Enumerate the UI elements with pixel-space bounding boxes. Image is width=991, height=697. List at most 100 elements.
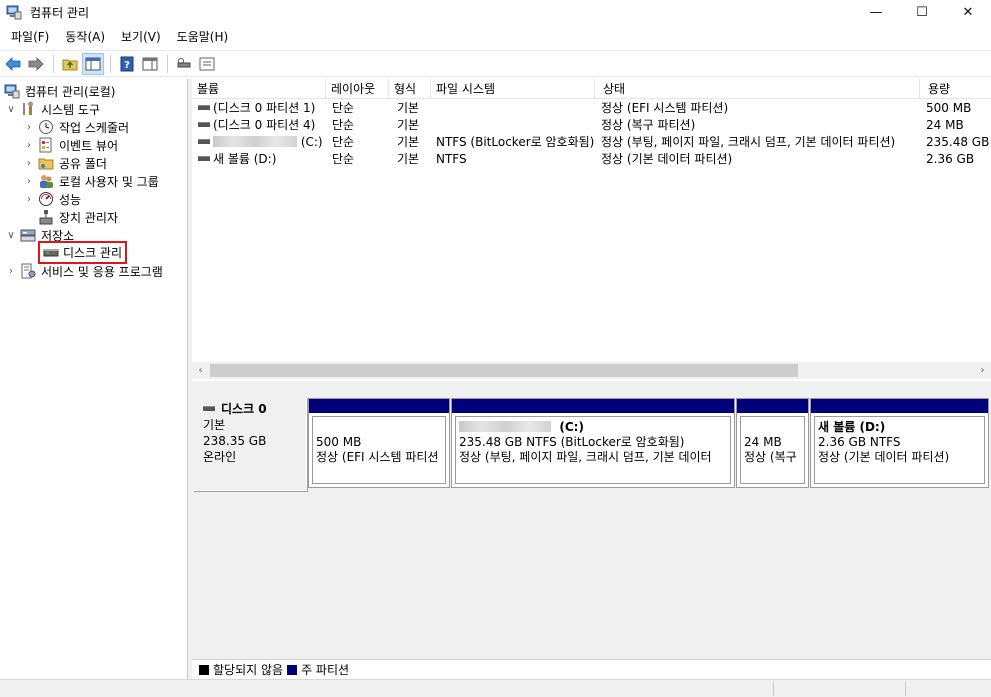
cell-layout: 단순 (332, 101, 355, 115)
chevron-right-icon[interactable]: › (4, 264, 18, 278)
scroll-right-icon[interactable]: › (974, 362, 991, 379)
status-bar (0, 679, 991, 697)
column-header-status[interactable]: 상태 (595, 79, 920, 99)
cell-volume: (C:) (198, 134, 326, 151)
tree-label: 공유 폴더 (59, 156, 107, 171)
tree-item-local-users[interactable]: › 로컬 사용자 및 그룹 (22, 172, 159, 190)
disk-size: 238.35 GB (203, 434, 267, 448)
partition-status: 정상 (부팅, 페이지 파일, 크래시 덤프, 기본 데이터 (459, 450, 712, 464)
column-header-file-system[interactable]: 파일 시스템 (431, 79, 595, 99)
chevron-down-icon[interactable]: ∨ (4, 102, 18, 116)
properties-icon (199, 57, 215, 70)
tree-label: 로컬 사용자 및 그룹 (59, 174, 159, 189)
tree-label: 컴퓨터 관리(로컬) (25, 84, 116, 99)
show-hide-action-pane-button[interactable] (139, 53, 161, 75)
tree-item-disk-management[interactable]: 디스크 관리 (37, 240, 128, 264)
chevron-right-icon[interactable]: › (22, 156, 36, 170)
maximize-button[interactable]: ☐ (899, 0, 945, 24)
tree-item-event-viewer[interactable]: › 이벤트 뷰어 (22, 136, 118, 154)
arrow-left-icon (5, 56, 21, 71)
services-icon (20, 263, 36, 279)
console-tree: 컴퓨터 관리(로컬) ∨ 시스템 도구 › 작업 스케줄러 › 이벤트 뷰어 ›… (0, 79, 188, 697)
rescan-button[interactable] (173, 53, 195, 75)
chevron-right-icon[interactable]: › (22, 138, 36, 152)
partition-size: 2.36 GB NTFS (818, 435, 901, 449)
cell-type: 기본 (397, 152, 420, 166)
column-header-type[interactable]: 형식 (389, 79, 431, 99)
back-button[interactable] (2, 53, 24, 75)
title-bar: 컴퓨터 관리 — ☐ ✕ (0, 0, 991, 24)
tree-label: 장치 관리자 (59, 210, 119, 225)
tree-label: 저장소 (41, 228, 75, 243)
tree-item-performance[interactable]: › 성능 (22, 190, 81, 208)
performance-icon (38, 191, 54, 207)
toolbar: ? (0, 50, 991, 77)
menu-help[interactable]: 도움말(H) (169, 26, 237, 48)
tree-label: 이벤트 뷰어 (59, 138, 119, 153)
column-header-volume[interactable]: 볼륨 (192, 79, 326, 99)
minimize-button[interactable]: — (853, 0, 899, 24)
chevron-right-icon[interactable]: › (22, 192, 36, 206)
horizontal-splitter[interactable] (192, 381, 991, 389)
horizontal-scrollbar[interactable]: ‹ › (192, 362, 991, 379)
help-button[interactable]: ? (116, 53, 138, 75)
menu-action[interactable]: 동작(A) (57, 26, 113, 48)
scroll-thumb[interactable] (210, 364, 798, 377)
partition-c[interactable]: (C:) 235.48 GB NTFS (BitLocker로 암호화됨) 정상… (451, 398, 735, 488)
volume-icon (198, 156, 210, 161)
storage-icon (20, 227, 36, 243)
partition-label: (C:) (459, 420, 730, 435)
legend-swatch-primary (287, 664, 298, 675)
tree-item-device-manager[interactable]: 장치 관리자 (22, 208, 118, 226)
table-row[interactable]: (디스크 0 파티션 4) 단순 기본 정상 (복구 파티션) 24 MB (192, 117, 991, 134)
properties-button[interactable] (196, 53, 218, 75)
table-row[interactable]: (디스크 0 파티션 1) 단순 기본 정상 (EFI 시스템 파티션) 500… (192, 100, 991, 117)
partition-efi[interactable]: 500 MB 정상 (EFI 시스템 파티션 (308, 398, 450, 488)
tree-item-services-apps[interactable]: › 서비스 및 응용 프로그램 (4, 262, 163, 280)
clock-icon (38, 119, 54, 135)
partition-status: 정상 (EFI 시스템 파티션 (316, 450, 439, 464)
chevron-down-icon[interactable]: ∨ (4, 228, 18, 242)
forward-button[interactable] (25, 53, 47, 75)
menu-view[interactable]: 보기(V) (113, 26, 169, 48)
cell-fs: NTFS (436, 152, 467, 166)
cell-type: 기본 (397, 118, 420, 132)
svg-text:?: ? (124, 60, 130, 71)
scroll-left-icon[interactable]: ‹ (192, 362, 209, 379)
table-row[interactable]: (C:) 단순 기본 NTFS (BitLocker로 암호화됨) 정상 (부팅… (192, 134, 991, 151)
tree-item-shared-folders[interactable]: › 공유 폴더 (22, 154, 107, 172)
chevron-right-icon[interactable]: › (22, 174, 36, 188)
cell-capacity: 24 MB (926, 118, 964, 132)
table-row[interactable]: 새 볼륨 (D:) 단순 기본 NTFS 정상 (기본 데이터 파티션) 2.3… (192, 151, 991, 168)
menu-bar: 파일(F) 동작(A) 보기(V) 도움말(H) (0, 26, 991, 48)
up-folder-button[interactable] (59, 53, 81, 75)
menu-file[interactable]: 파일(F) (3, 26, 57, 48)
action-pane-icon (142, 57, 158, 70)
close-button[interactable]: ✕ (945, 0, 991, 24)
chevron-right-icon[interactable]: › (22, 120, 36, 134)
disk-icon (43, 244, 59, 260)
tree-item-computer-management[interactable]: 컴퓨터 관리(로컬) (4, 82, 115, 100)
tree-label: 서비스 및 응용 프로그램 (41, 264, 163, 279)
legend-label-primary: 주 파티션 (301, 663, 350, 677)
tools-icon (20, 101, 36, 117)
disk-graphical-view: 디스크 0 기본 238.35 GB 온라인 500 MB 정상 (EFI 시스… (192, 389, 991, 659)
folder-up-icon (62, 59, 78, 70)
show-hide-console-tree-button[interactable] (82, 52, 104, 75)
disk-name: 디스크 0 (221, 402, 267, 416)
column-header-layout[interactable]: 레이아웃 (326, 79, 389, 99)
cell-type: 기본 (397, 101, 420, 115)
tree-item-storage[interactable]: ∨ 저장소 (4, 226, 74, 244)
partition-d[interactable]: 새 볼륨 (D:) 2.36 GB NTFS 정상 (기본 데이터 파티션) (810, 398, 989, 488)
disk-info-panel[interactable]: 디스크 0 기본 238.35 GB 온라인 (193, 397, 307, 491)
cell-capacity: 500 MB (926, 101, 972, 115)
partition-recovery[interactable]: 24 MB 정상 (복구 (736, 398, 809, 488)
partition-label (316, 420, 445, 435)
volume-list: 볼륨 레이아웃 형식 파일 시스템 상태 용량 (디스크 0 파티션 1) 단순… (192, 79, 991, 381)
column-header-capacity[interactable]: 용량 (920, 79, 991, 99)
tree-item-task-scheduler[interactable]: › 작업 스케줄러 (22, 118, 129, 136)
tree-item-system-tools[interactable]: ∨ 시스템 도구 (4, 100, 100, 118)
help-icon: ? (120, 56, 134, 71)
toolbar-separator (110, 54, 111, 73)
tree-label: 작업 스케줄러 (59, 120, 130, 135)
